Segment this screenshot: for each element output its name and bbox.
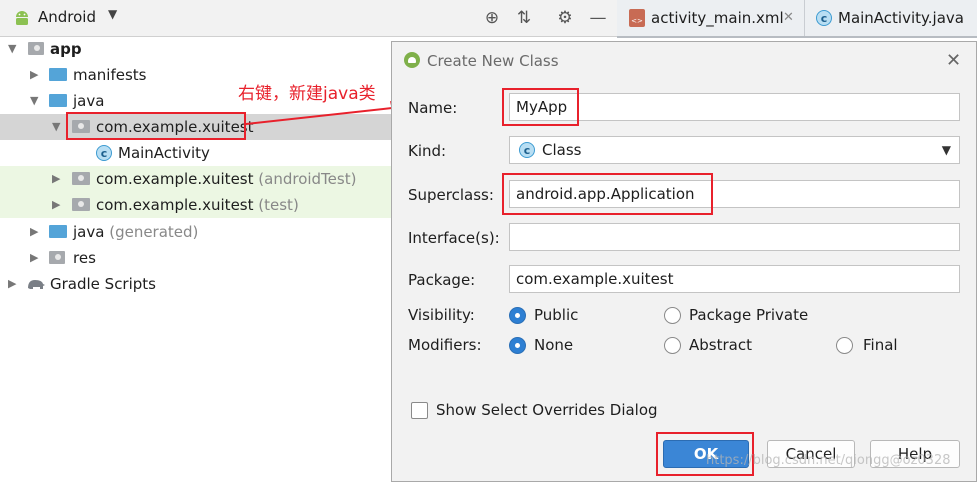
overrides-checkbox[interactable]: [411, 402, 428, 419]
class-icon: c: [96, 145, 112, 161]
gear-icon[interactable]: ⚙: [555, 8, 575, 28]
create-new-class-dialog: Create New Class ✕ Name: MyApp Kind: c C…: [391, 41, 977, 482]
tree-label-package-test: com.example.xuitest (test): [96, 196, 299, 214]
tree-label-java-generated: java (generated): [73, 223, 198, 241]
chevron-down-icon[interactable]: ▼: [942, 137, 951, 163]
collapsed-arrow-icon[interactable]: ▶: [8, 277, 16, 290]
tab-label: activity_main.xml: [651, 9, 784, 27]
collapsed-arrow-icon[interactable]: ▶: [30, 225, 38, 238]
package-name: com.example.xuitest: [96, 170, 254, 188]
name-label: Name:: [408, 99, 458, 117]
folder-name: java: [73, 223, 105, 241]
package-name: com.example.xuitest: [96, 196, 254, 214]
radio-package-private[interactable]: [664, 307, 681, 324]
folder-icon: [49, 94, 67, 107]
expanded-arrow-icon[interactable]: ▼: [30, 94, 38, 107]
modifiers-label: Modifiers:: [408, 336, 482, 354]
expanded-arrow-icon[interactable]: ▼: [52, 120, 60, 133]
resources-folder-icon: [49, 251, 65, 264]
gradle-elephant-icon: [28, 280, 45, 289]
package-icon: [72, 172, 90, 185]
annotation-box-superclass: [502, 173, 713, 215]
tree-label-main-activity: MainActivity: [118, 144, 210, 162]
project-toolbar: Android ▼ ⊕ ⇅ ⚙ —: [0, 0, 617, 37]
android-studio-icon: [404, 52, 420, 68]
generated-suffix: (generated): [109, 223, 199, 241]
tab-activity-main-xml[interactable]: <> activity_main.xml ✕: [617, 0, 805, 36]
kind-select[interactable]: c Class ▼: [509, 136, 960, 164]
radio-label-none: None: [534, 336, 574, 354]
kind-label: Kind:: [408, 142, 447, 160]
package-label: Package:: [408, 271, 476, 289]
overrides-checkbox-label: Show Select Overrides Dialog: [436, 401, 658, 419]
annotation-box-name: [502, 88, 579, 126]
package-icon: [72, 198, 90, 211]
folder-icon: [49, 68, 67, 81]
tree-label-package-android-test: com.example.xuitest (androidTest): [96, 170, 356, 188]
tab-label: MainActivity.java: [838, 9, 964, 27]
kind-value: Class: [542, 141, 582, 159]
tree-label-manifests: manifests: [73, 66, 147, 84]
collapsed-arrow-icon[interactable]: ▶: [52, 172, 60, 185]
tree-label-res: res: [73, 249, 96, 267]
radio-abstract[interactable]: [664, 337, 681, 354]
collapsed-arrow-icon[interactable]: ▶: [52, 198, 60, 211]
module-folder-icon: [28, 42, 44, 55]
minimize-icon[interactable]: —: [588, 8, 608, 28]
editor-tabs: <> activity_main.xml ✕ c MainActivity.ja…: [617, 0, 977, 38]
interfaces-label: Interface(s):: [408, 229, 500, 247]
dialog-title: Create New Class: [427, 52, 559, 70]
close-icon[interactable]: ✕: [946, 50, 961, 71]
radio-label-package-private: Package Private: [689, 306, 809, 324]
close-icon[interactable]: ✕: [783, 10, 794, 25]
tree-label-gradle-scripts: Gradle Scripts: [50, 275, 156, 293]
tab-main-activity-java[interactable]: c MainActivity.java: [804, 0, 977, 36]
radio-final[interactable]: [836, 337, 853, 354]
generated-folder-icon: [49, 225, 67, 238]
locate-icon[interactable]: ⊕: [482, 8, 502, 28]
class-icon: c: [816, 10, 832, 26]
radio-label-final: Final: [863, 336, 898, 354]
collapse-all-icon[interactable]: ⇅: [514, 8, 534, 28]
annotation-box-package: [66, 112, 246, 140]
radio-label-abstract: Abstract: [689, 336, 752, 354]
class-icon: c: [519, 142, 535, 158]
superclass-label: Superclass:: [408, 186, 494, 204]
watermark: https://blog.csdn.net/qiongg@oz0328: [706, 453, 951, 468]
collapsed-arrow-icon[interactable]: ▶: [30, 68, 38, 81]
radio-public[interactable]: [509, 307, 526, 324]
android-icon: [16, 11, 28, 25]
collapsed-arrow-icon[interactable]: ▶: [30, 251, 38, 264]
xml-file-icon: <>: [629, 9, 645, 27]
android-test-suffix: (androidTest): [258, 170, 357, 188]
project-view-title[interactable]: Android: [38, 8, 96, 26]
test-suffix: (test): [258, 196, 299, 214]
tree-label-java: java: [73, 92, 105, 110]
visibility-label: Visibility:: [408, 306, 475, 324]
radio-none[interactable]: [509, 337, 526, 354]
chevron-down-icon[interactable]: ▼: [108, 7, 117, 21]
annotation-arrow-icon: [245, 101, 406, 125]
tree-label-app: app: [50, 40, 82, 58]
package-input[interactable]: com.example.xuitest: [509, 265, 960, 293]
expanded-arrow-icon[interactable]: ▼: [8, 42, 16, 55]
radio-label-public: Public: [534, 306, 579, 324]
interfaces-input[interactable]: [509, 223, 960, 251]
